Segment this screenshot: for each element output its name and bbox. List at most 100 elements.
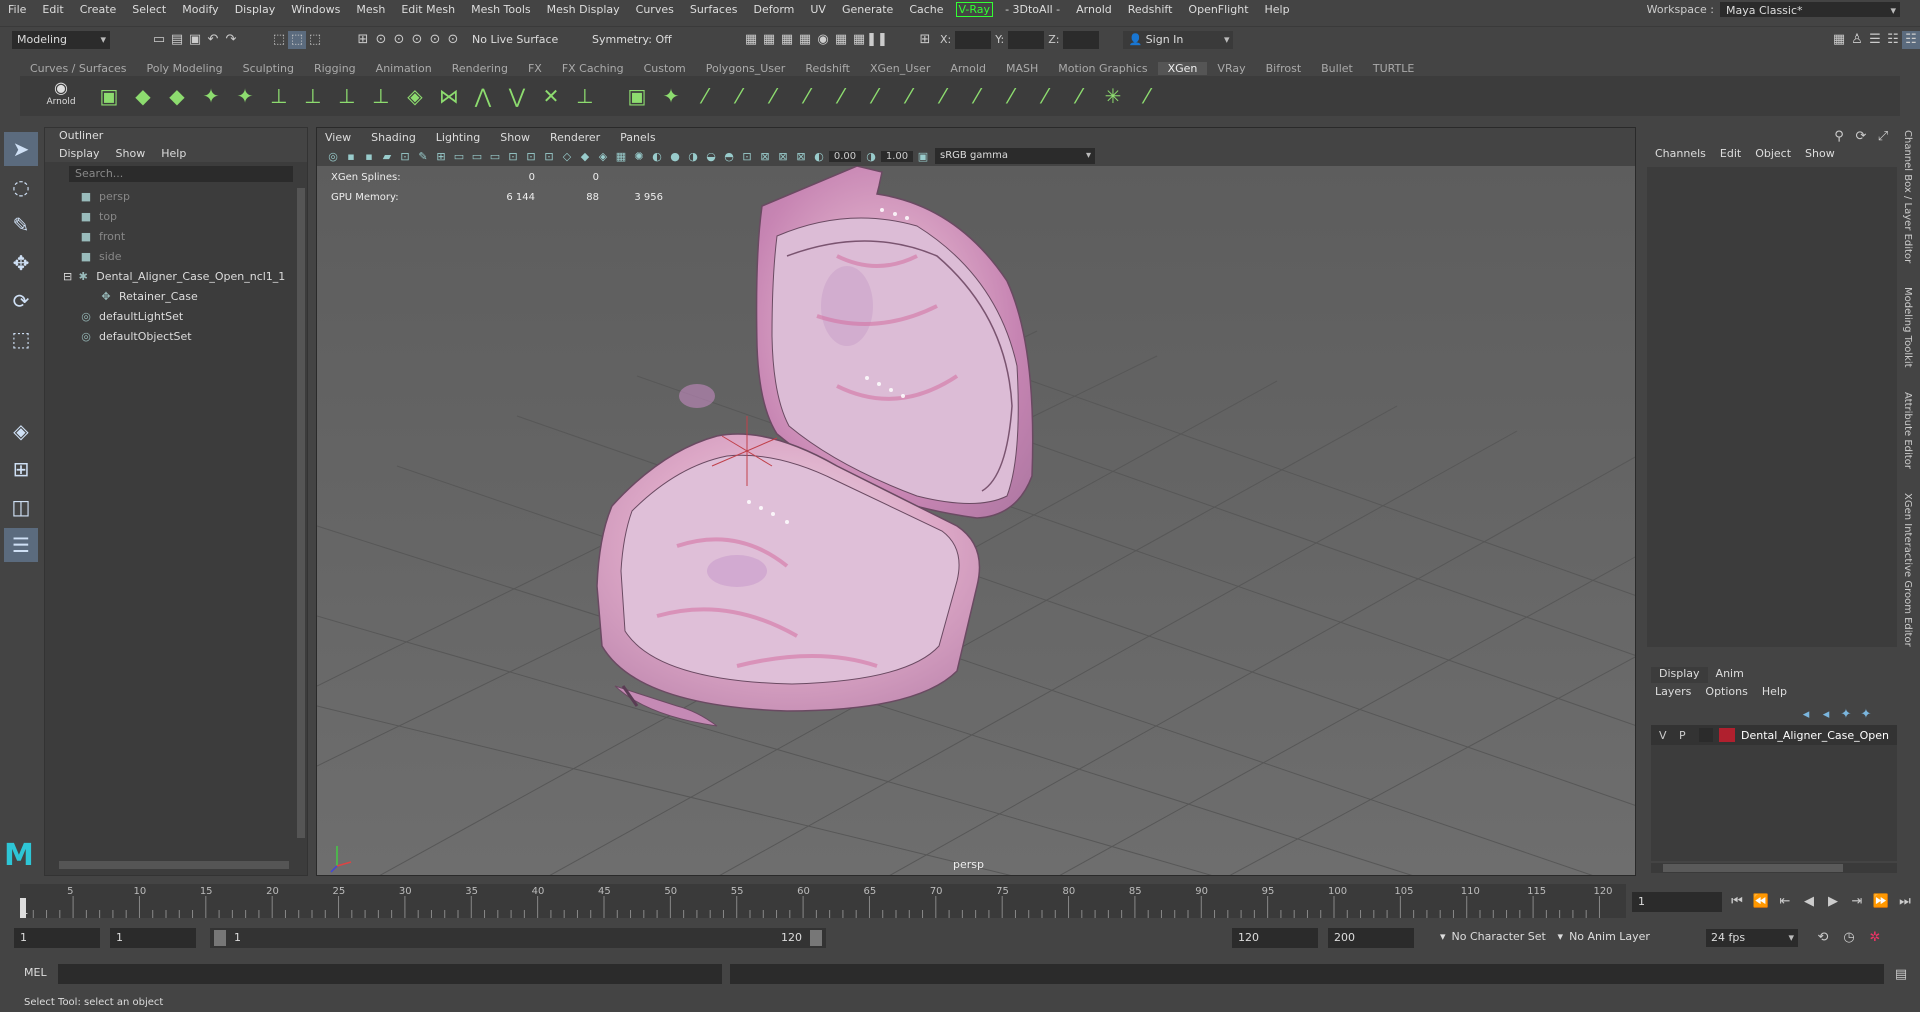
wireframe-icon[interactable]: ◇ bbox=[559, 148, 575, 164]
menu-item[interactable]: Arnold bbox=[1068, 3, 1120, 16]
menu-item[interactable]: Curves bbox=[628, 3, 682, 16]
resolution-gate-icon[interactable]: ▭ bbox=[469, 148, 485, 164]
layer-display-type[interactable] bbox=[1699, 728, 1713, 742]
groom-brush1-icon[interactable]: ⁄ bbox=[690, 81, 720, 111]
depth-of-field-icon[interactable]: ◓ bbox=[721, 148, 737, 164]
freeze-icon[interactable]: ⊥ bbox=[570, 81, 600, 111]
side-tab[interactable]: Modeling Toolkit bbox=[1902, 287, 1913, 368]
length-brush-icon[interactable]: ⊥ bbox=[298, 81, 328, 111]
layer-playback-toggle[interactable]: P bbox=[1679, 729, 1693, 742]
shelf-tab[interactable]: Redshift bbox=[795, 62, 860, 75]
use-all-lights-icon[interactable]: ✺ bbox=[631, 148, 647, 164]
save-scene-icon[interactable]: ▣ bbox=[186, 31, 204, 49]
shelf-tab[interactable]: MASH bbox=[996, 62, 1048, 75]
live-surface-label[interactable]: No Live Surface bbox=[472, 33, 572, 46]
shelf-tab[interactable]: TURTLE bbox=[1363, 62, 1424, 75]
groom-brush5-icon[interactable]: ⁄ bbox=[826, 81, 856, 111]
new-layer-icon[interactable]: ✦ bbox=[1837, 705, 1855, 723]
xgen-editor-icon[interactable]: ▣ bbox=[94, 81, 124, 111]
gate-mask-icon[interactable]: ▭ bbox=[487, 148, 503, 164]
channel-box-menu-item[interactable]: Show bbox=[1805, 147, 1835, 163]
channel-box-content[interactable] bbox=[1647, 167, 1897, 647]
xray-components-icon[interactable]: ⊠ bbox=[793, 148, 809, 164]
shelf-tab[interactable]: VRay bbox=[1207, 62, 1255, 75]
range-start-handle[interactable] bbox=[214, 930, 226, 946]
channel-box-icon[interactable]: ☷ bbox=[1902, 30, 1920, 49]
z-field[interactable] bbox=[1063, 30, 1100, 49]
workspace-dropdown[interactable]: Maya Classic* bbox=[1720, 1, 1900, 20]
groom-brush9-icon[interactable]: ⁄ bbox=[962, 81, 992, 111]
outliner-vscrollbar[interactable] bbox=[297, 188, 305, 838]
outliner-item[interactable]: ✥ Retainer_Case bbox=[63, 286, 307, 306]
shelf-tab[interactable]: FX bbox=[518, 62, 552, 75]
outliner-item[interactable]: ■ side bbox=[63, 246, 307, 266]
playback-start-field[interactable]: 1 bbox=[110, 928, 196, 948]
range-end-handle[interactable] bbox=[810, 930, 822, 946]
viewport-menu-item[interactable]: Show bbox=[500, 131, 530, 144]
layer-editor-tab[interactable]: Anim bbox=[1708, 667, 1752, 683]
preferences-icon[interactable]: ✲ bbox=[1866, 928, 1884, 946]
motion-blur-icon[interactable]: ◑ bbox=[685, 148, 701, 164]
safe-title-icon[interactable]: ⊡ bbox=[541, 148, 557, 164]
arnold-shelf-button[interactable]: ◉ Arnold bbox=[44, 78, 78, 114]
select-component-icon[interactable]: ⬚ bbox=[306, 31, 324, 49]
outliner-hscrollbar[interactable] bbox=[59, 861, 289, 869]
shelf-tab[interactable]: Motion Graphics bbox=[1048, 62, 1157, 75]
y-field[interactable] bbox=[1008, 30, 1045, 49]
anim-layer-dropdown-icon[interactable]: ▾ bbox=[1558, 930, 1564, 943]
bookmarks-icon[interactable]: ▪ bbox=[361, 148, 377, 164]
shelf-tab[interactable]: Bullet bbox=[1311, 62, 1363, 75]
new-scene-icon[interactable]: ▭ bbox=[150, 31, 168, 49]
character-set-label[interactable]: No Character Set bbox=[1452, 930, 1552, 943]
viewport-menu-item[interactable]: Panels bbox=[620, 131, 655, 144]
character-set-dropdown-icon[interactable]: ▾ bbox=[1440, 930, 1446, 943]
outliner-search-input[interactable]: Search... bbox=[69, 166, 293, 182]
side-tab[interactable]: Attribute Editor bbox=[1902, 392, 1913, 469]
menu-item[interactable]: Deform bbox=[745, 3, 802, 16]
exposure-value[interactable]: 0.00 bbox=[829, 150, 861, 162]
menu-item[interactable]: Generate bbox=[834, 3, 901, 16]
pause-icon[interactable]: ❚❚ bbox=[866, 31, 888, 49]
current-time-marker[interactable] bbox=[20, 898, 26, 918]
x-field[interactable] bbox=[955, 30, 992, 49]
place-brush-icon[interactable]: ⊥ bbox=[264, 81, 294, 111]
time-slider-ticks[interactable]: 5 10 15 20 25 30 35 40 45 50 55 60 65 70 75 80 85 90 95 100… bbox=[20, 884, 1626, 920]
shelf-tab[interactable]: Bifrost bbox=[1256, 62, 1312, 75]
grid-icon[interactable]: ⊞ bbox=[433, 148, 449, 164]
two-view-layout-icon[interactable]: ◫ bbox=[4, 490, 38, 524]
layer-editor-menu-item[interactable]: Help bbox=[1762, 685, 1787, 701]
groom-brush2-icon[interactable]: ⁄ bbox=[724, 81, 754, 111]
coil-icon[interactable]: ✕ bbox=[536, 81, 566, 111]
current-frame-field[interactable]: 1 bbox=[1632, 892, 1722, 912]
paint-select-tool-icon[interactable]: ✎ bbox=[4, 208, 38, 242]
color-management-icon[interactable]: ▣ bbox=[915, 148, 931, 164]
image-plane-icon[interactable]: ▰ bbox=[379, 148, 395, 164]
command-input[interactable] bbox=[58, 964, 722, 984]
groom-add-icon[interactable]: ✦ bbox=[656, 81, 686, 111]
snap-point-icon[interactable]: ⊙ bbox=[390, 31, 408, 49]
groom-brush6-icon[interactable]: ⁄ bbox=[860, 81, 890, 111]
shelf-tab[interactable]: Animation bbox=[366, 62, 442, 75]
select-tool-icon[interactable]: ➤ bbox=[4, 132, 38, 166]
clump-icon[interactable]: ⋈ bbox=[434, 81, 464, 111]
channel-box-float-icon[interactable]: ⤢ bbox=[1874, 127, 1892, 145]
viewport-menu-item[interactable]: Renderer bbox=[550, 131, 600, 144]
go-to-start-icon[interactable]: ⏮ bbox=[1728, 892, 1746, 910]
channel-box-pin-icon[interactable]: ⚲ bbox=[1830, 127, 1848, 145]
groom-brush11-icon[interactable]: ⁄ bbox=[1030, 81, 1060, 111]
shelf-tab[interactable]: Rendering bbox=[442, 62, 518, 75]
step-forward-frame-icon[interactable]: ⇥ bbox=[1848, 892, 1866, 910]
play-backward-icon[interactable]: ◀ bbox=[1800, 892, 1818, 910]
character-controls-icon[interactable]: ♙ bbox=[1848, 31, 1866, 49]
menu-item[interactable]: Surfaces bbox=[682, 3, 746, 16]
snap-grid-icon[interactable]: ⊞ bbox=[354, 31, 372, 49]
anim-start-field[interactable]: 1 bbox=[14, 928, 100, 948]
groom-brush3-icon[interactable]: ⁄ bbox=[758, 81, 788, 111]
shelf-tab[interactable]: FX Caching bbox=[552, 62, 634, 75]
menu-item[interactable]: Mesh Tools bbox=[463, 3, 539, 16]
step-back-frame-icon[interactable]: ⇤ bbox=[1776, 892, 1794, 910]
select-object-icon[interactable]: ⬚ bbox=[288, 30, 306, 49]
safe-action-icon[interactable]: ⊡ bbox=[523, 148, 539, 164]
menu-item[interactable]: Modify bbox=[174, 3, 226, 16]
rotate-tool-icon[interactable]: ⟳ bbox=[4, 284, 38, 318]
